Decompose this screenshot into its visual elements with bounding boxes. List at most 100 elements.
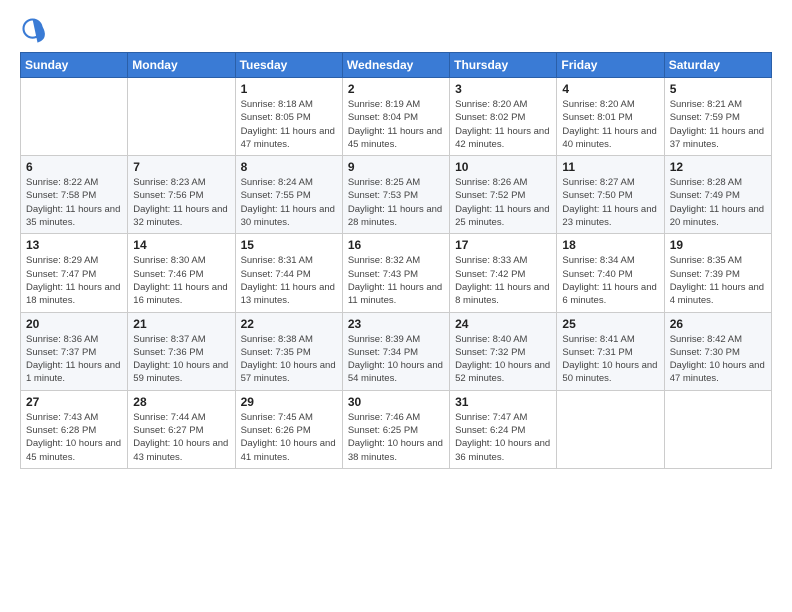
day-number: 22 (241, 317, 337, 331)
weekday-header-friday: Friday (557, 53, 664, 78)
day-info: Sunrise: 8:35 AMSunset: 7:39 PMDaylight:… (670, 254, 766, 307)
weekday-header-tuesday: Tuesday (235, 53, 342, 78)
calendar-cell: 28 Sunrise: 7:44 AMSunset: 6:27 PMDayligh… (128, 390, 235, 468)
calendar-cell: 13 Sunrise: 8:29 AMSunset: 7:47 PMDayligh… (21, 234, 128, 312)
day-number: 11 (562, 160, 658, 174)
calendar-cell: 24Sunrise: 8:40 AMSunset: 7:32 PMDayligh… (450, 312, 557, 390)
calendar-cell: 17Sunrise: 8:33 AMSunset: 7:42 PMDayligh… (450, 234, 557, 312)
day-info: Sunrise: 8:26 AMSunset: 7:52 PMDaylight:… (455, 176, 551, 229)
calendar-cell: 25 Sunrise: 8:41 AMSunset: 7:31 PMDayligh… (557, 312, 664, 390)
calendar-cell: 21 Sunrise: 8:37 AMSunset: 7:36 PMDayligh… (128, 312, 235, 390)
calendar-cell: 11 Sunrise: 8:27 AMSunset: 7:50 PMDayligh… (557, 156, 664, 234)
calendar-cell: 6 Sunrise: 8:22 AMSunset: 7:58 PMDaylight… (21, 156, 128, 234)
calendar: SundayMondayTuesdayWednesdayThursdayFrid… (20, 52, 772, 469)
day-number: 31 (455, 395, 551, 409)
day-info: Sunrise: 8:21 AMSunset: 7:59 PMDaylight:… (670, 98, 766, 151)
calendar-cell: 19 Sunrise: 8:35 AMSunset: 7:39 PMDayligh… (664, 234, 771, 312)
day-info: Sunrise: 8:42 AMSunset: 7:30 PMDaylight:… (670, 333, 766, 386)
day-info: Sunrise: 8:37 AMSunset: 7:36 PMDaylight:… (133, 333, 229, 386)
day-info: Sunrise: 8:27 AMSunset: 7:50 PMDaylight:… (562, 176, 658, 229)
calendar-cell: 31 Sunrise: 7:47 AMSunset: 6:24 PMDayligh… (450, 390, 557, 468)
weekday-header-wednesday: Wednesday (342, 53, 449, 78)
calendar-cell: 27 Sunrise: 7:43 AMSunset: 6:28 PMDayligh… (21, 390, 128, 468)
day-info: Sunrise: 8:18 AMSunset: 8:05 PMDaylight:… (241, 98, 337, 151)
day-info: Sunrise: 8:32 AMSunset: 7:43 PMDaylight:… (348, 254, 444, 307)
day-number: 29 (241, 395, 337, 409)
day-number: 1 (241, 82, 337, 96)
day-info: Sunrise: 8:31 AMSunset: 7:44 PMDaylight:… (241, 254, 337, 307)
calendar-cell: 1 Sunrise: 8:18 AMSunset: 8:05 PMDaylight… (235, 78, 342, 156)
day-number: 28 (133, 395, 229, 409)
weekday-header-saturday: Saturday (664, 53, 771, 78)
calendar-cell: 22 Sunrise: 8:38 AMSunset: 7:35 PMDayligh… (235, 312, 342, 390)
day-info: Sunrise: 8:25 AMSunset: 7:53 PMDaylight:… (348, 176, 444, 229)
day-number: 14 (133, 238, 229, 252)
day-number: 26 (670, 317, 766, 331)
calendar-cell: 2 Sunrise: 8:19 AMSunset: 8:04 PMDaylight… (342, 78, 449, 156)
day-number: 21 (133, 317, 229, 331)
day-number: 10 (455, 160, 551, 174)
calendar-cell: 20 Sunrise: 8:36 AMSunset: 7:37 PMDayligh… (21, 312, 128, 390)
day-info: Sunrise: 8:24 AMSunset: 7:55 PMDaylight:… (241, 176, 337, 229)
day-info: Sunrise: 8:29 AMSunset: 7:47 PMDaylight:… (26, 254, 122, 307)
day-number: 25 (562, 317, 658, 331)
weekday-header-sunday: Sunday (21, 53, 128, 78)
day-number: 19 (670, 238, 766, 252)
day-info: Sunrise: 7:47 AMSunset: 6:24 PMDaylight:… (455, 411, 551, 464)
calendar-cell: 8 Sunrise: 8:24 AMSunset: 7:55 PMDaylight… (235, 156, 342, 234)
day-info: Sunrise: 8:20 AMSunset: 8:02 PMDaylight:… (455, 98, 551, 151)
day-number: 18 (562, 238, 658, 252)
day-info: Sunrise: 7:44 AMSunset: 6:27 PMDaylight:… (133, 411, 229, 464)
day-number: 20 (26, 317, 122, 331)
day-number: 30 (348, 395, 444, 409)
calendar-cell: 4 Sunrise: 8:20 AMSunset: 8:01 PMDaylight… (557, 78, 664, 156)
day-number: 6 (26, 160, 122, 174)
calendar-cell: 15 Sunrise: 8:31 AMSunset: 7:44 PMDayligh… (235, 234, 342, 312)
day-number: 23 (348, 317, 444, 331)
day-info: Sunrise: 8:34 AMSunset: 7:40 PMDaylight:… (562, 254, 658, 307)
day-number: 13 (26, 238, 122, 252)
day-info: Sunrise: 8:30 AMSunset: 7:46 PMDaylight:… (133, 254, 229, 307)
calendar-cell (557, 390, 664, 468)
calendar-cell (128, 78, 235, 156)
day-number: 27 (26, 395, 122, 409)
day-number: 12 (670, 160, 766, 174)
logo-icon (20, 16, 48, 44)
calendar-cell: 29 Sunrise: 7:45 AMSunset: 6:26 PMDayligh… (235, 390, 342, 468)
calendar-cell: 12 Sunrise: 8:28 AMSunset: 7:49 PMDayligh… (664, 156, 771, 234)
day-info: Sunrise: 8:20 AMSunset: 8:01 PMDaylight:… (562, 98, 658, 151)
day-number: 2 (348, 82, 444, 96)
logo (20, 16, 52, 44)
calendar-cell: 3 Sunrise: 8:20 AMSunset: 8:02 PMDaylight… (450, 78, 557, 156)
weekday-header-monday: Monday (128, 53, 235, 78)
day-number: 8 (241, 160, 337, 174)
day-info: Sunrise: 8:28 AMSunset: 7:49 PMDaylight:… (670, 176, 766, 229)
day-info: Sunrise: 7:45 AMSunset: 6:26 PMDaylight:… (241, 411, 337, 464)
day-number: 17 (455, 238, 551, 252)
day-info: Sunrise: 7:43 AMSunset: 6:28 PMDaylight:… (26, 411, 122, 464)
day-number: 24 (455, 317, 551, 331)
calendar-cell (664, 390, 771, 468)
calendar-cell (21, 78, 128, 156)
calendar-cell: 7 Sunrise: 8:23 AMSunset: 7:56 PMDaylight… (128, 156, 235, 234)
day-number: 7 (133, 160, 229, 174)
day-number: 3 (455, 82, 551, 96)
calendar-cell: 16 Sunrise: 8:32 AMSunset: 7:43 PMDayligh… (342, 234, 449, 312)
weekday-header-thursday: Thursday (450, 53, 557, 78)
day-info: Sunrise: 8:22 AMSunset: 7:58 PMDaylight:… (26, 176, 122, 229)
day-number: 16 (348, 238, 444, 252)
day-number: 4 (562, 82, 658, 96)
day-info: Sunrise: 8:38 AMSunset: 7:35 PMDaylight:… (241, 333, 337, 386)
day-info: Sunrise: 8:19 AMSunset: 8:04 PMDaylight:… (348, 98, 444, 151)
calendar-cell: 23 Sunrise: 8:39 AMSunset: 7:34 PMDayligh… (342, 312, 449, 390)
day-info: Sunrise: 8:39 AMSunset: 7:34 PMDaylight:… (348, 333, 444, 386)
day-info: Sunrise: 7:46 AMSunset: 6:25 PMDaylight:… (348, 411, 444, 464)
day-info: Sunrise: 8:36 AMSunset: 7:37 PMDaylight:… (26, 333, 122, 386)
day-info: Sunrise: 8:23 AMSunset: 7:56 PMDaylight:… (133, 176, 229, 229)
calendar-cell: 30 Sunrise: 7:46 AMSunset: 6:25 PMDayligh… (342, 390, 449, 468)
calendar-cell: 26 Sunrise: 8:42 AMSunset: 7:30 PMDayligh… (664, 312, 771, 390)
day-info: Sunrise: 8:41 AMSunset: 7:31 PMDaylight:… (562, 333, 658, 386)
calendar-cell: 10 Sunrise: 8:26 AMSunset: 7:52 PMDayligh… (450, 156, 557, 234)
day-number: 15 (241, 238, 337, 252)
calendar-cell: 5Sunrise: 8:21 AMSunset: 7:59 PMDaylight… (664, 78, 771, 156)
